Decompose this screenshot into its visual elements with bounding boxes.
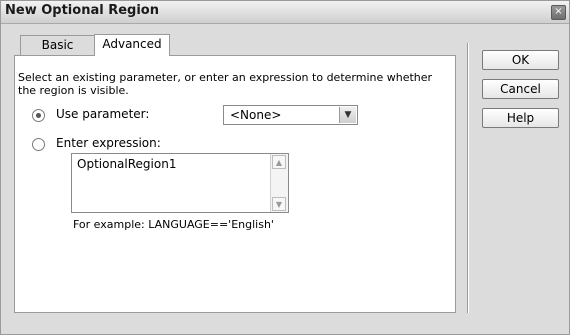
tab-basic[interactable]: Basic bbox=[20, 35, 95, 55]
example-text: For example: LANGUAGE=='English' bbox=[73, 218, 274, 231]
close-icon[interactable]: × bbox=[551, 5, 566, 20]
expression-value: OptionalRegion1 bbox=[77, 157, 177, 171]
button-divider bbox=[467, 43, 469, 313]
parameter-select-value: <None> bbox=[230, 108, 282, 122]
parameter-select[interactable]: <None> ▼ bbox=[223, 105, 358, 125]
help-button[interactable]: Help bbox=[482, 108, 559, 128]
expression-textarea[interactable]: OptionalRegion1 ▲ ▼ bbox=[71, 153, 289, 213]
description-text: Select an existing parameter, or enter a… bbox=[18, 71, 433, 97]
tab-advanced[interactable]: Advanced bbox=[94, 34, 170, 56]
use-parameter-radio[interactable] bbox=[32, 109, 45, 122]
chevron-down-icon[interactable]: ▼ bbox=[339, 107, 356, 123]
new-optional-region-dialog: New Optional Region × Basic Advanced Sel… bbox=[0, 0, 570, 335]
dialog-title: New Optional Region bbox=[5, 3, 159, 18]
enter-expression-radio[interactable] bbox=[32, 138, 45, 151]
use-parameter-label: Use parameter: bbox=[56, 107, 150, 121]
arrow-up-icon[interactable]: ▲ bbox=[272, 155, 286, 169]
cancel-button[interactable]: Cancel bbox=[482, 79, 559, 99]
arrow-down-icon[interactable]: ▼ bbox=[272, 197, 286, 211]
textarea-scrollbar[interactable]: ▲ ▼ bbox=[270, 154, 288, 212]
ok-button[interactable]: OK bbox=[482, 50, 559, 70]
enter-expression-label: Enter expression: bbox=[56, 136, 161, 150]
title-bar: New Optional Region × bbox=[1, 1, 569, 24]
